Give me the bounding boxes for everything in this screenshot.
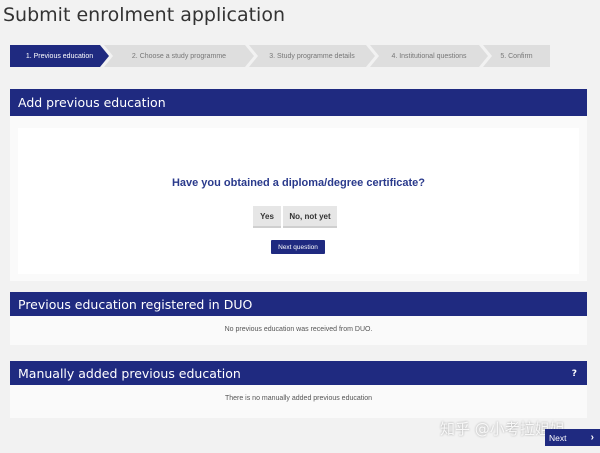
page-title: Submit enrolment application	[3, 4, 286, 26]
duo-education-title: Previous education registered in DUO	[18, 296, 253, 312]
step-institutional-questions[interactable]: 4. Institutional questions	[370, 45, 488, 67]
next-question-button[interactable]: Next question	[271, 240, 325, 254]
yes-button[interactable]: Yes	[253, 206, 281, 228]
next-button-label: Next	[549, 432, 567, 443]
no-not-yet-button[interactable]: No, not yet	[283, 206, 337, 228]
manual-education-panel: There is no manually added previous educ…	[10, 385, 587, 418]
progress-stepper: 1. Previous education 2. Choose a study …	[10, 45, 550, 67]
step-previous-education[interactable]: 1. Previous education	[10, 45, 109, 67]
duo-empty-message: No previous education was received from …	[224, 326, 373, 333]
manual-education-title: Manually added previous education	[18, 365, 241, 381]
help-icon[interactable]: ?	[572, 369, 577, 379]
manual-education-header: Manually added previous education ?	[10, 361, 587, 385]
add-education-title: Add previous education	[18, 95, 166, 110]
step-choose-study-programme[interactable]: 2. Choose a study programme	[104, 45, 254, 67]
chevron-right-icon: ›	[590, 432, 594, 443]
add-education-header: Add previous education	[10, 89, 587, 116]
step-confirm[interactable]: 5. Confirm	[483, 45, 550, 67]
diploma-question: Have you obtained a diploma/degree certi…	[171, 177, 426, 189]
duo-education-panel: No previous education was received from …	[10, 316, 587, 345]
duo-education-header: Previous education registered in DUO	[10, 292, 587, 316]
manual-empty-message: There is no manually added previous educ…	[224, 395, 373, 402]
next-button[interactable]: Next ›	[545, 429, 600, 446]
step-study-programme-details[interactable]: 3. Study programme details	[249, 45, 375, 67]
question-card: Have you obtained a diploma/degree certi…	[18, 128, 579, 274]
